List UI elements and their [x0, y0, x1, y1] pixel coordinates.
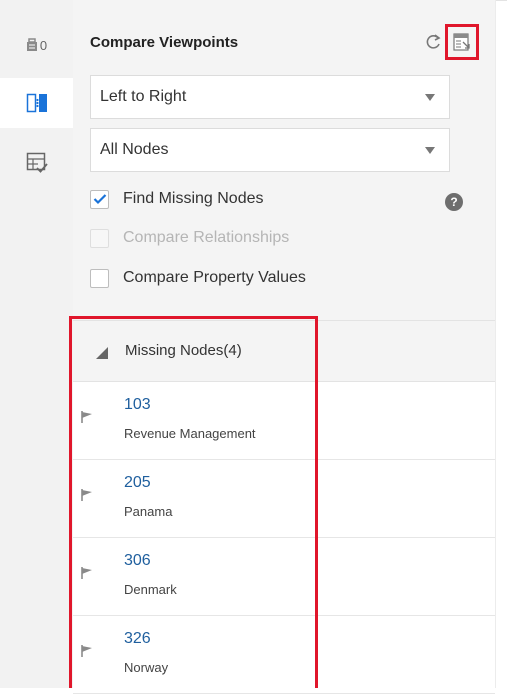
right-divider — [495, 0, 496, 688]
list-item[interactable]: 103 Revenue Management — [73, 382, 495, 460]
node-name: Denmark — [124, 582, 177, 597]
list-item[interactable]: 306 Denmark — [73, 538, 495, 616]
compare-relationships-label: Compare Relationships — [123, 229, 290, 246]
check-icon — [93, 194, 106, 205]
help-icon[interactable]: ? — [445, 193, 463, 211]
compare-options-panel: Compare Viewpoints Left to Right All Nod… — [73, 0, 495, 320]
compare-relationships-checkbox — [90, 228, 109, 248]
node-name: Panama — [124, 504, 173, 519]
node-id-link[interactable]: 306 — [124, 552, 151, 570]
rail-item-compare[interactable] — [0, 78, 73, 128]
inventory-icon — [26, 38, 37, 51]
flag-icon — [81, 489, 92, 501]
compare-property-values-label: Compare Property Values — [123, 269, 306, 286]
export-icon[interactable] — [453, 33, 471, 51]
nodes-select[interactable]: All Nodes — [90, 128, 450, 172]
flag-icon — [81, 645, 92, 657]
flag-icon — [81, 567, 92, 579]
collapse-triangle-icon[interactable] — [95, 346, 109, 360]
inventory-badge: 0 — [39, 37, 48, 53]
node-name: Norway — [124, 660, 169, 675]
list-item[interactable]: 205 Panama — [73, 460, 495, 538]
flag-icon — [81, 411, 92, 423]
missing-nodes-section-header[interactable]: Missing Nodes(4) — [73, 320, 495, 382]
missing-nodes-list: 103 Revenue Management 205 Panama 306 De… — [73, 382, 495, 694]
compare-property-values-checkbox[interactable] — [90, 268, 109, 288]
find-missing-nodes-checkbox[interactable] — [90, 189, 109, 209]
panel-title: Compare Viewpoints — [90, 34, 239, 51]
rail-item-inventory[interactable]: 0 — [0, 20, 73, 70]
direction-select-value: Left to Right — [100, 88, 187, 105]
left-rail: 0 — [0, 0, 73, 688]
refresh-icon[interactable] — [425, 33, 441, 51]
validate-icon — [26, 152, 48, 173]
node-id-link[interactable]: 326 — [124, 630, 151, 648]
node-name: Revenue Management — [124, 426, 256, 441]
chevron-down-icon — [425, 94, 435, 101]
node-id-link[interactable]: 103 — [124, 396, 151, 414]
list-item[interactable]: 326 Norway — [73, 616, 495, 694]
node-id-link[interactable]: 205 — [124, 474, 151, 492]
find-missing-nodes-label: Find Missing Nodes — [123, 190, 264, 207]
chevron-down-icon — [425, 147, 435, 154]
direction-select[interactable]: Left to Right — [90, 75, 450, 119]
compare-property-values-option[interactable]: Compare Property Values — [90, 266, 306, 290]
rail-item-validate[interactable] — [0, 138, 73, 188]
nodes-select-value: All Nodes — [100, 141, 169, 158]
compare-icon — [26, 93, 47, 113]
compare-relationships-option: Compare Relationships — [90, 226, 289, 250]
find-missing-nodes-option[interactable]: Find Missing Nodes — [90, 187, 264, 211]
missing-nodes-label: Missing Nodes(4) — [125, 342, 242, 359]
